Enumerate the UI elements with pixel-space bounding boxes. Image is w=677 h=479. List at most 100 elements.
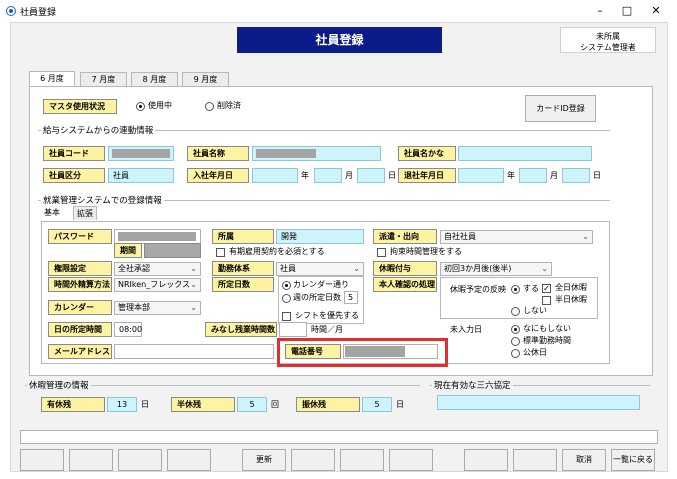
shift-priority-label: シフトを優先する xyxy=(295,311,359,320)
window-title: 社員登録 xyxy=(20,8,57,18)
join-month-field xyxy=(314,168,342,183)
leave-date-label: 退社年月日 xyxy=(398,168,456,183)
employee-code-field xyxy=(108,146,174,161)
status-bar xyxy=(20,430,658,444)
chevron-down-icon: ⌄ xyxy=(582,232,589,241)
day-time-field[interactable]: 08:00 xyxy=(114,322,142,337)
function-button-9[interactable] xyxy=(464,449,508,471)
kengen-value: 全社承認 xyxy=(118,264,150,273)
shotei-label: 所定日数 xyxy=(212,277,274,292)
mail-field[interactable] xyxy=(114,344,274,359)
contract-checkbox[interactable] xyxy=(216,248,225,257)
hankyu-label: 半休残 xyxy=(171,397,235,412)
function-button-6[interactable] xyxy=(291,449,335,471)
function-button-1[interactable] xyxy=(20,449,64,471)
leave-month-unit: 月 xyxy=(550,171,558,180)
tab-month-7[interactable]: 7 月度 xyxy=(80,72,127,87)
radio-yotei-shinai[interactable] xyxy=(511,307,520,316)
function-button-3[interactable] xyxy=(118,449,162,471)
function-button-7[interactable] xyxy=(340,449,384,471)
radio-standard-hours[interactable] xyxy=(511,337,520,346)
join-day-field xyxy=(357,168,385,183)
yotei-label: 休暇予定の反映 xyxy=(450,285,506,294)
kinmu-dropdown[interactable]: 社員 ⌄ xyxy=(276,262,364,276)
radio-calendar-label: カレンダー通り xyxy=(293,280,349,289)
kyuka-dropdown[interactable]: 初回3か月後(後半) ⌄ xyxy=(440,262,552,276)
window-titlebar: 社員登録 – □ ✕ xyxy=(0,0,677,22)
yukyu-unit: 日 xyxy=(141,400,149,409)
card-id-register-button[interactable]: カードID登録 xyxy=(525,95,596,122)
page-title: 社員登録 xyxy=(237,27,442,53)
leave-day-unit: 日 xyxy=(593,171,601,180)
tab-month-9[interactable]: 9 月度 xyxy=(182,72,229,87)
close-button[interactable]: ✕ xyxy=(645,3,667,19)
employee-code-label: 社員コード xyxy=(43,146,105,161)
maximize-button[interactable]: □ xyxy=(616,3,638,19)
master-status-label: マスタ使用状況 xyxy=(43,99,117,114)
haken-value: 自社社員 xyxy=(444,232,476,241)
department-field[interactable]: 開発 xyxy=(276,229,364,244)
redacted-value xyxy=(118,232,196,241)
shift-priority-checkbox[interactable] xyxy=(282,312,291,321)
kengen-dropdown[interactable]: 全社承認 ⌄ xyxy=(114,262,201,276)
tab-month-8[interactable]: 8 月度 xyxy=(131,72,178,87)
employee-kubun-field: 社員 xyxy=(108,168,174,183)
radio-in-use-label: 使用中 xyxy=(148,101,172,110)
join-year-field xyxy=(252,168,298,183)
contract-checkbox-label: 有期雇用契約を必須とする xyxy=(229,247,325,256)
back-to-list-button[interactable]: 一覧に戻る xyxy=(611,449,655,471)
radio-week-days-label: 週の所定日数 xyxy=(293,293,341,302)
chevron-down-icon: ⌄ xyxy=(541,264,548,273)
seisan-dropdown[interactable]: NRIken_フレックス ⌄ xyxy=(114,278,201,292)
function-button-8[interactable] xyxy=(389,449,433,471)
password-label: パスワード xyxy=(48,229,112,244)
radio-in-use[interactable] xyxy=(136,102,145,111)
subtab-basic[interactable]: 基本 xyxy=(44,206,60,219)
employee-kubun-label: 社員区分 xyxy=(43,168,105,183)
minashi-field[interactable] xyxy=(279,322,307,337)
function-button-2[interactable] xyxy=(69,449,113,471)
week-days-input[interactable]: 5 xyxy=(344,291,358,304)
leave-year-field xyxy=(458,168,504,183)
app-icon xyxy=(6,6,16,16)
haken-label: 派遣・出向 xyxy=(373,229,437,244)
tab-month-6[interactable]: 6 月度 xyxy=(29,71,75,87)
radio-nothing[interactable] xyxy=(511,325,520,334)
minimize-button[interactable]: – xyxy=(589,3,611,19)
mikomi-label: 未入力日 xyxy=(450,325,482,334)
day-time-label: 日の所定時間 xyxy=(48,322,112,337)
kengen-label: 権限設定 xyxy=(48,261,112,276)
sanroku-field xyxy=(437,395,640,410)
employee-name-field xyxy=(252,146,381,161)
leave-section-title: 休暇管理の情報 xyxy=(27,379,91,391)
join-year-unit: 年 xyxy=(301,171,309,180)
subtab-extended[interactable]: 拡張 xyxy=(73,206,97,220)
user-info-box: 未所属 システム管理者 xyxy=(560,27,656,53)
chevron-down-icon: ⌄ xyxy=(190,280,197,289)
employee-name-label: 社員名称 xyxy=(187,146,249,161)
chevron-down-icon: ⌄ xyxy=(190,303,197,312)
radio-holiday[interactable] xyxy=(511,349,520,358)
calendar-dropdown[interactable]: 管理本部 ⌄ xyxy=(114,301,201,315)
update-button[interactable]: 更新 xyxy=(242,449,286,471)
radio-calendar[interactable] xyxy=(282,281,291,290)
radio-deleted[interactable] xyxy=(205,102,214,111)
radio-week-days[interactable] xyxy=(282,294,291,303)
function-button-4[interactable] xyxy=(167,449,211,471)
kinmu-label: 勤務体系 xyxy=(212,261,274,276)
radio-deleted-label: 削除済 xyxy=(217,101,241,110)
tel-label: 電話番号 xyxy=(285,344,341,359)
tel-field[interactable] xyxy=(343,344,438,359)
haken-dropdown[interactable]: 自社社員 ⌄ xyxy=(440,230,593,244)
user-department: 未所属 xyxy=(596,32,620,41)
seisan-label: 時間外精算方法 xyxy=(48,277,112,292)
password-field[interactable] xyxy=(114,229,201,244)
zenjitsu-checkbox[interactable]: ✓ xyxy=(542,284,551,293)
chevron-down-icon: ⌄ xyxy=(190,264,197,273)
kyuka-label: 休暇付与 xyxy=(373,261,437,276)
cancel-button[interactable]: 取消 xyxy=(562,449,606,471)
radio-yotei-suru[interactable] xyxy=(511,285,520,294)
function-button-10[interactable] xyxy=(513,449,557,471)
redacted-value xyxy=(345,346,405,357)
kosoku-checkbox[interactable] xyxy=(377,248,386,257)
